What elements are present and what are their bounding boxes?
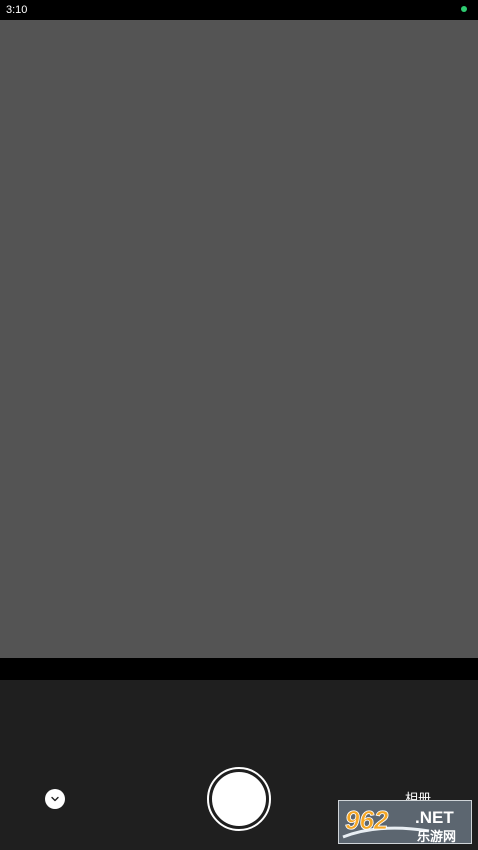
watermark-logo: 962 .NET 乐游网 <box>338 800 472 844</box>
camera-viewfinder[interactable] <box>0 20 478 658</box>
chevron-down-icon <box>50 794 60 804</box>
status-time: 3:10 <box>6 4 28 16</box>
status-bar: 3:10 <box>0 0 478 20</box>
watermark-suffix: .NET <box>415 808 454 827</box>
viewfinder-bottom-bar <box>0 658 478 680</box>
shutter-button[interactable] <box>207 767 271 831</box>
shutter-icon <box>212 772 266 826</box>
status-indicator-dot <box>461 6 467 12</box>
camera-screen: 3:10 相册 962 .NET 乐游网 <box>0 0 478 850</box>
watermark-number: 962 <box>345 805 389 835</box>
watermark-cn: 乐游网 <box>417 829 456 844</box>
collapse-button[interactable] <box>45 789 65 809</box>
